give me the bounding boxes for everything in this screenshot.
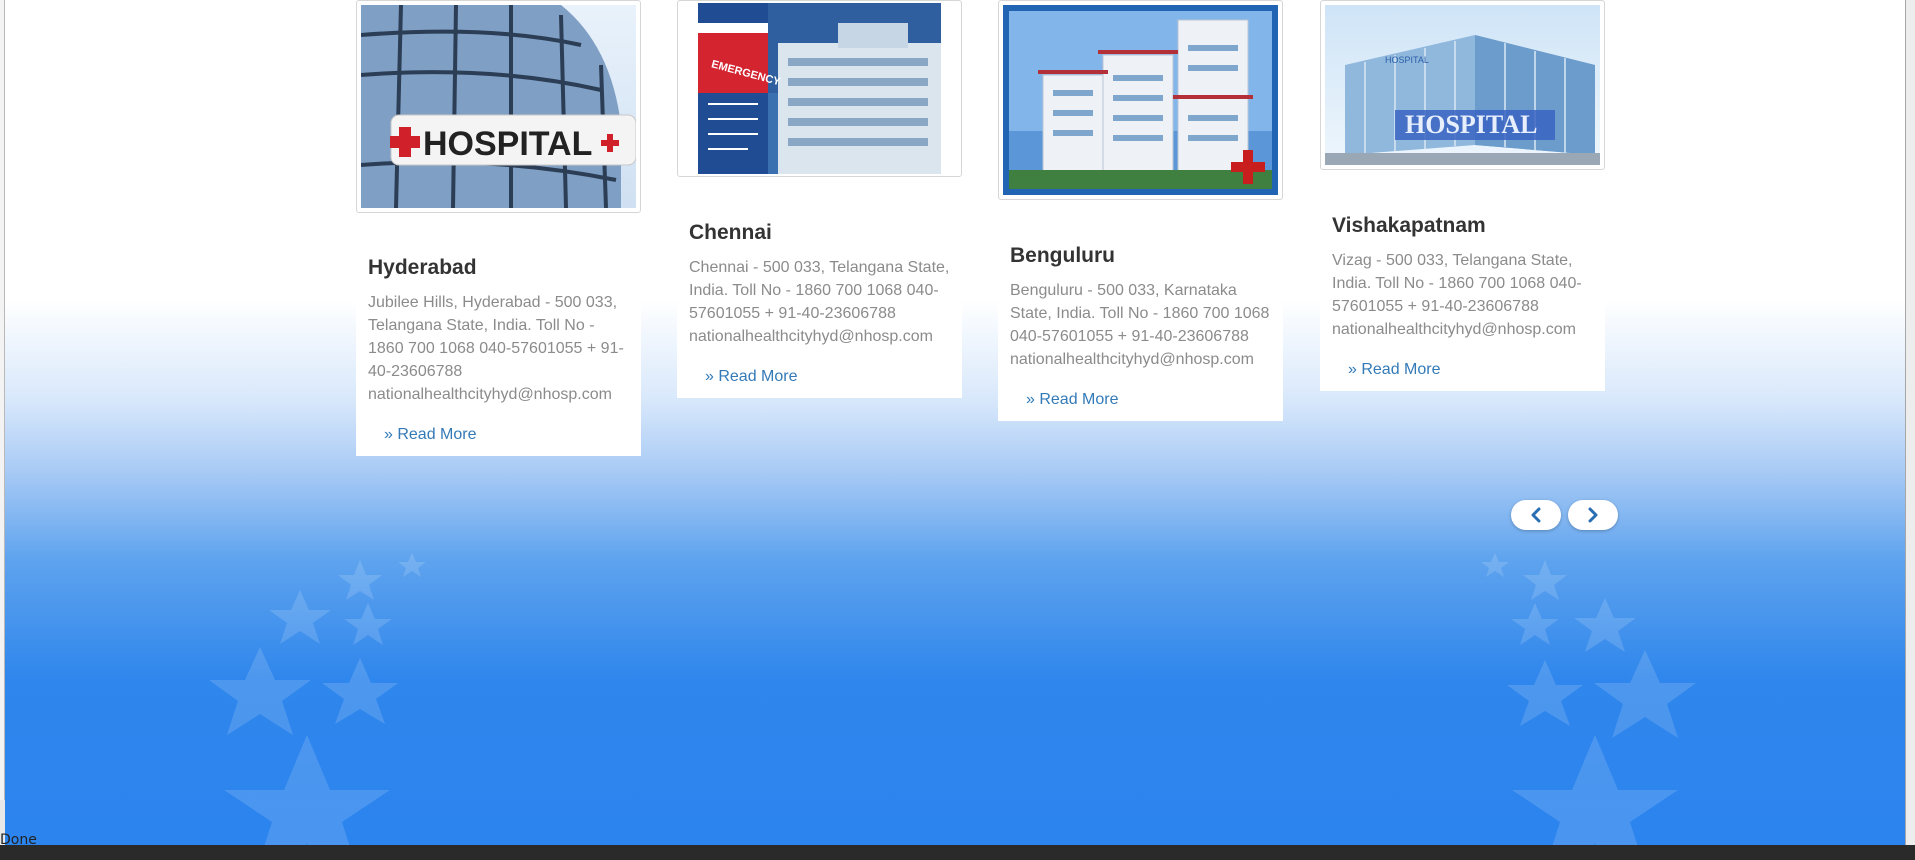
hospital-city-title: Chennai xyxy=(689,221,772,244)
hospital-image-frame: HOSPITAL HOSPITAL xyxy=(1320,0,1605,170)
hospital-address: Benguluru - 500 033, Karnataka State, In… xyxy=(1010,282,1270,368)
hospital-building-sign-text: HOSPITAL xyxy=(1405,110,1537,139)
page-viewport: HOSPITAL Hyderabad Jubilee Hills, Hydera… xyxy=(5,0,1905,845)
hospital-glass-building-image: HOSPITAL HOSPITAL xyxy=(1325,5,1600,165)
carousel-next-button[interactable] xyxy=(1568,500,1618,530)
hospital-address: Jubilee Hills, Hyderabad - 500 033, Tela… xyxy=(368,294,624,403)
hospital-sign-text: HOSPITAL xyxy=(423,125,592,163)
hospital-image-frame: EMERGENCY xyxy=(677,0,962,177)
hospital-image-frame xyxy=(998,0,1283,200)
chevron-left-icon xyxy=(1531,507,1541,523)
hospital-card-body: Benguluru Benguluru - 500 033, Karnataka… xyxy=(998,243,1283,421)
window-scrollbar-track[interactable] xyxy=(1905,0,1915,845)
hospital-tower-image xyxy=(1003,5,1278,195)
hospital-city-title: Hyderabad xyxy=(368,256,477,279)
hospital-city-title: Vishakapatnam xyxy=(1332,214,1486,237)
hospital-card-body: Hyderabad Jubilee Hills, Hyderabad - 500… xyxy=(356,255,641,456)
hospital-building-image: HOSPITAL xyxy=(361,5,636,208)
read-more-link[interactable]: » Read More xyxy=(1026,391,1119,409)
svg-text:HOSPITAL: HOSPITAL xyxy=(1385,55,1429,65)
hospital-image-frame: HOSPITAL xyxy=(356,0,641,213)
hospital-address: Vizag - 500 033, Telangana State, India.… xyxy=(1332,252,1582,338)
hospital-city-title: Benguluru xyxy=(1010,244,1115,267)
hospital-card-body: Vishakapatnam Vizag - 500 033, Telangana… xyxy=(1320,213,1605,391)
taskbar-strip xyxy=(0,845,1915,860)
read-more-link[interactable]: » Read More xyxy=(1348,361,1441,379)
hospital-emergency-image: EMERGENCY xyxy=(698,3,941,174)
window-left-border xyxy=(0,0,5,845)
read-more-link[interactable]: » Read More xyxy=(705,368,798,386)
hospital-address: Chennai - 500 033, Telangana State, Indi… xyxy=(689,259,950,345)
hospital-card-body: Chennai Chennai - 500 033, Telangana Sta… xyxy=(677,220,962,398)
carousel-prev-button[interactable] xyxy=(1511,500,1561,530)
chevron-right-icon xyxy=(1588,507,1598,523)
read-more-link[interactable]: » Read More xyxy=(384,426,477,444)
